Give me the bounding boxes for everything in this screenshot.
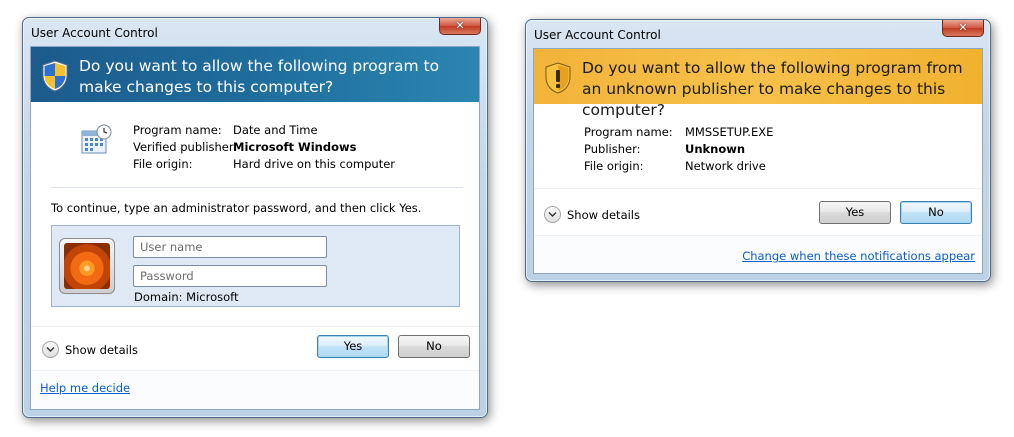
prompt-header: Do you want to allow the following progr…: [31, 47, 479, 102]
close-button[interactable]: ✕: [439, 18, 481, 35]
publisher-label: Verified publisher:: [133, 140, 238, 154]
window-title: User Account Control: [534, 28, 661, 42]
dialog-content: Do you want to allow the following progr…: [30, 46, 480, 410]
warning-shield-icon: [545, 62, 571, 94]
credential-panel: User name Password Domain: Microsoft: [51, 225, 460, 307]
password-instruction: To continue, type an administrator passw…: [51, 201, 422, 215]
program-info: Program name: Date and Time Verified publ…: [133, 123, 453, 173]
program-name-label: Program name:: [133, 123, 222, 137]
uac-dialog-admin: User Account Control ✕ Do you want to al…: [22, 17, 488, 418]
no-button[interactable]: No: [900, 201, 972, 224]
avatar-flower-image: [64, 243, 110, 289]
divider: [534, 188, 982, 189]
uac-dialog-unknown-publisher: User Account Control ✕ Do you want to al…: [525, 19, 991, 282]
user-avatar: [59, 238, 115, 294]
show-details-label: Show details: [65, 342, 138, 357]
publisher-label: Publisher:: [584, 142, 641, 156]
file-origin-label: File origin:: [133, 157, 193, 171]
username-input[interactable]: User name: [133, 236, 327, 258]
publisher-value: Microsoft Windows: [233, 140, 357, 154]
date-time-icon: [81, 124, 112, 154]
footer-area: Change when these notifications appear: [534, 236, 982, 273]
show-details-button[interactable]: Show details: [544, 206, 640, 223]
help-me-decide-link[interactable]: Help me decide: [40, 381, 130, 395]
dialog-content: Do you want to allow the following progr…: [533, 48, 983, 274]
close-icon: ✕: [958, 21, 968, 34]
chevron-down-icon: [544, 206, 561, 223]
prompt-header: Do you want to allow the following progr…: [534, 49, 982, 119]
program-name-value: Date and Time: [233, 123, 318, 137]
divider: [31, 326, 479, 327]
file-origin-value: Network drive: [685, 159, 766, 173]
close-button[interactable]: ✕: [942, 20, 984, 37]
yes-button[interactable]: Yes: [819, 201, 891, 224]
change-notifications-link[interactable]: Change when these notifications appear: [742, 249, 975, 263]
prompt-heading: Do you want to allow the following progr…: [79, 57, 440, 96]
close-icon: ✕: [455, 19, 465, 32]
program-name-value: MMSSETUP.EXE: [685, 125, 774, 139]
chevron-down-icon: [42, 341, 59, 358]
title-bar: User Account Control ✕: [526, 20, 990, 48]
yes-button[interactable]: Yes: [317, 335, 389, 358]
password-input[interactable]: Password: [133, 265, 327, 287]
program-info: Program name: MMSSETUP.EXE Publisher: Unkn…: [584, 125, 914, 175]
file-origin-value: Hard drive on this computer: [233, 157, 396, 171]
file-origin-label: File origin:: [584, 159, 644, 173]
no-button[interactable]: No: [398, 335, 470, 358]
divider: [51, 187, 463, 188]
footer-area: Help me decide: [31, 371, 479, 409]
window-title: User Account Control: [31, 26, 158, 40]
program-name-label: Program name:: [584, 125, 673, 139]
uac-shield-icon: [42, 60, 68, 92]
title-bar: User Account Control ✕: [23, 18, 487, 46]
prompt-heading: Do you want to allow the following progr…: [582, 59, 963, 119]
publisher-value: Unknown: [685, 142, 746, 156]
domain-label: Domain: Microsoft: [134, 290, 239, 304]
show-details-button[interactable]: Show details: [42, 341, 138, 358]
show-details-label: Show details: [567, 207, 640, 222]
